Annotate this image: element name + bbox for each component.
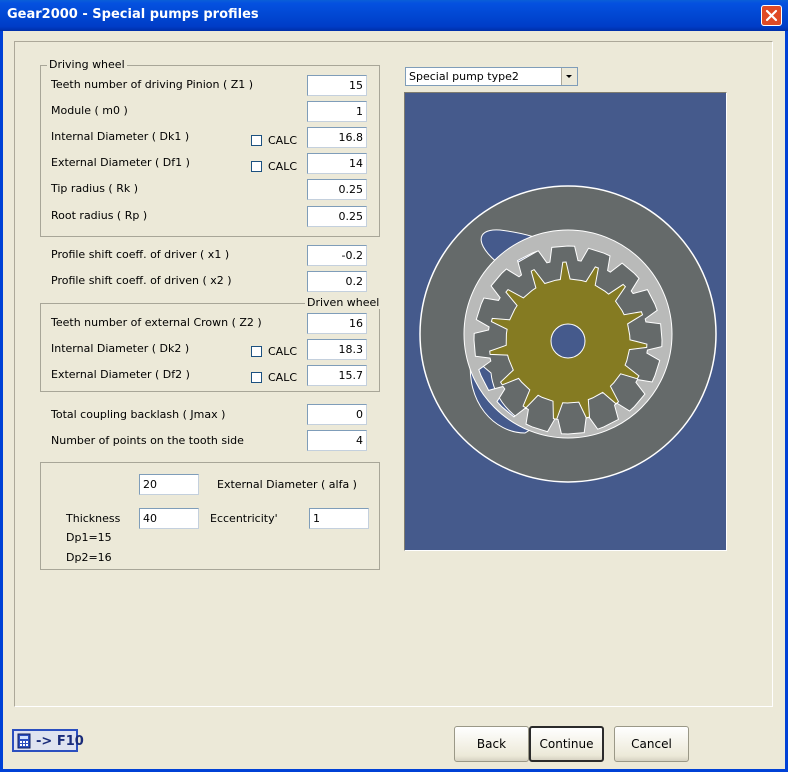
df2-label: External Diameter ( Df2 ) bbox=[51, 368, 190, 381]
rp-input[interactable]: 0.25 bbox=[307, 206, 367, 227]
f10-label: -> F10 bbox=[36, 734, 84, 749]
dk1-label: Internal Diameter ( Dk1 ) bbox=[51, 130, 190, 143]
df2-calc-checkbox[interactable] bbox=[251, 372, 262, 383]
dk1-calc-label: CALC bbox=[268, 134, 298, 147]
window-title: Gear2000 - Special pumps profiles bbox=[7, 7, 259, 22]
chevron-down-icon bbox=[566, 75, 572, 78]
jmax-label: Total coupling backlash ( Jmax ) bbox=[51, 408, 226, 421]
points-label: Number of points on the tooth side bbox=[51, 434, 244, 447]
driven-wheel-legend: Driven wheel bbox=[305, 296, 382, 309]
dp1-readout: Dp1=15 bbox=[66, 531, 112, 544]
close-button[interactable] bbox=[761, 5, 782, 26]
jmax-input[interactable]: 0 bbox=[307, 404, 367, 425]
back-button[interactable]: Back bbox=[454, 726, 529, 762]
z2-label: Teeth number of external Crown ( Z2 ) bbox=[51, 316, 262, 329]
dp2-readout: Dp2=16 bbox=[66, 551, 112, 564]
driving-wheel-legend: Driving wheel bbox=[47, 58, 127, 71]
eccentricity-input[interactable]: 1 bbox=[309, 508, 369, 529]
thickness-input[interactable]: 40 bbox=[139, 508, 199, 529]
close-icon bbox=[765, 9, 778, 22]
points-input[interactable]: 4 bbox=[307, 430, 367, 451]
dk1-input[interactable]: 16.8 bbox=[307, 127, 367, 148]
df1-label: External Diameter ( Df1 ) bbox=[51, 156, 190, 169]
pump-preview-canvas bbox=[404, 92, 727, 551]
rp-label: Root radius ( Rp ) bbox=[51, 209, 148, 222]
df2-input[interactable]: 15.7 bbox=[307, 365, 367, 386]
dk2-input[interactable]: 18.3 bbox=[307, 339, 367, 360]
eccentricity-label: Eccentricity' bbox=[210, 512, 278, 525]
pinion-bore bbox=[550, 323, 586, 359]
continue-button[interactable]: Continue bbox=[529, 726, 604, 762]
x1-input[interactable]: -0.2 bbox=[307, 245, 367, 266]
df1-calc-label: CALC bbox=[268, 160, 298, 173]
x2-label: Profile shift coeff. of driven ( x2 ) bbox=[51, 274, 232, 287]
alfa-label: External Diameter ( alfa ) bbox=[217, 478, 357, 491]
rk-label: Tip radius ( Rk ) bbox=[51, 182, 139, 195]
module-label: Module ( m0 ) bbox=[51, 104, 128, 117]
z1-input[interactable]: 15 bbox=[307, 75, 367, 96]
pump-type-select[interactable]: Special pump type2 bbox=[405, 67, 578, 86]
module-input[interactable]: 1 bbox=[307, 101, 367, 122]
dk2-calc-label: CALC bbox=[268, 345, 298, 358]
thickness-label: Thickness bbox=[66, 512, 121, 525]
alfa-input[interactable]: 20 bbox=[139, 474, 199, 495]
df1-input[interactable]: 14 bbox=[307, 153, 367, 174]
f10-shortcut-button[interactable]: -> F10 bbox=[12, 729, 84, 752]
x2-input[interactable]: 0.2 bbox=[307, 271, 367, 292]
df1-calc-checkbox[interactable] bbox=[251, 161, 262, 172]
z1-label: Teeth number of driving Pinion ( Z1 ) bbox=[51, 78, 254, 91]
df2-calc-label: CALC bbox=[268, 371, 298, 384]
calculator-icon bbox=[17, 733, 31, 749]
cancel-button[interactable]: Cancel bbox=[614, 726, 689, 762]
dk2-calc-checkbox[interactable] bbox=[251, 346, 262, 357]
dropdown-button[interactable] bbox=[561, 68, 577, 85]
pump-drawing bbox=[419, 185, 717, 483]
rk-input[interactable]: 0.25 bbox=[307, 179, 367, 200]
z2-input[interactable]: 16 bbox=[307, 313, 367, 334]
x1-label: Profile shift coeff. of driver ( x1 ) bbox=[51, 248, 230, 261]
dk2-label: Internal Diameter ( Dk2 ) bbox=[51, 342, 190, 355]
dk1-calc-checkbox[interactable] bbox=[251, 135, 262, 146]
pump-type-value: Special pump type2 bbox=[409, 70, 519, 83]
